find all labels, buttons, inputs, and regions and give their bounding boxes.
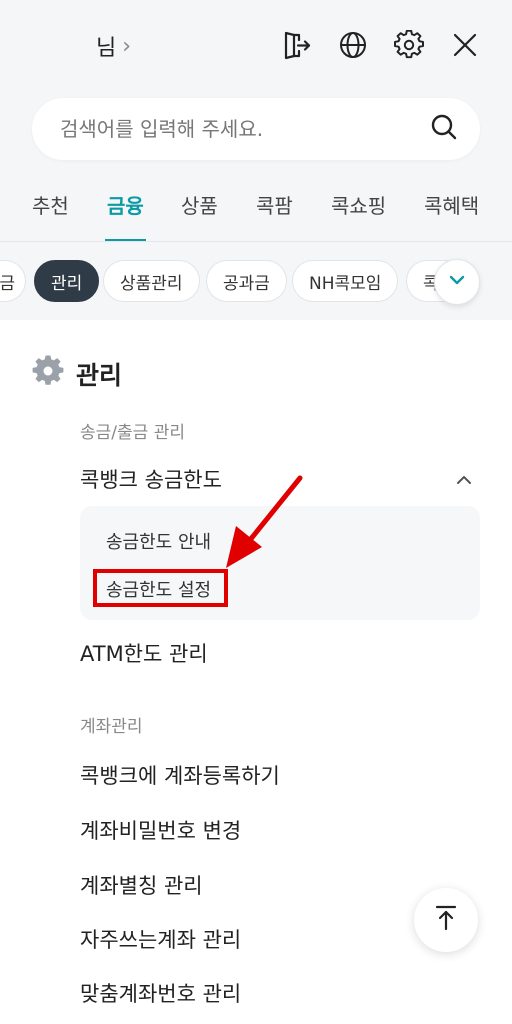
chip-nh-kokmoim[interactable]: NH콕모임: [292, 260, 399, 302]
tab-products[interactable]: 상품: [181, 190, 218, 242]
search-icon[interactable]: [430, 113, 458, 145]
tab-kokshopping[interactable]: 콕쇼핑: [331, 190, 386, 242]
main-tab-bar: 추천 금융 상품 콕팜 콕쇼핑 콕혜택: [0, 180, 512, 242]
close-icon[interactable]: [448, 28, 482, 62]
annotation-highlight-box: [93, 569, 228, 607]
tab-recommend[interactable]: 추천: [32, 190, 69, 242]
chip-product-management[interactable]: 상품관리: [103, 260, 200, 302]
section-title: 관리: [32, 355, 123, 393]
user-profile-link[interactable]: 님 ›: [96, 30, 131, 62]
top-icon-bar: [280, 28, 482, 62]
menu-item-account-password[interactable]: 계좌비밀번호 변경: [80, 815, 241, 845]
chip-partial-left[interactable]: 금: [0, 260, 26, 302]
header-area: 님 › 검색어를 입력해 주세요. 추천 금융 상품 콕팜 콕쇼핑 콕혜택 금 …: [0, 0, 512, 320]
tabs-divider: [0, 241, 512, 242]
gear-icon[interactable]: [392, 28, 426, 62]
chevron-down-icon: [448, 271, 466, 293]
chevron-right-icon: ›: [122, 33, 132, 59]
menu-item-atm-limit[interactable]: ATM한도 관리: [80, 638, 208, 668]
tab-kokfarm[interactable]: 콕팜: [256, 190, 293, 242]
gear-icon: [32, 355, 64, 393]
menu-item-custom-account-number[interactable]: 맞춤계좌번호 관리: [80, 978, 241, 1008]
search-box[interactable]: [32, 98, 480, 160]
user-suffix: 님: [96, 36, 117, 61]
menu-item-frequent-accounts[interactable]: 자주쓰는계좌 관리: [80, 924, 241, 954]
chevron-up-icon[interactable]: [454, 470, 474, 490]
chip-management[interactable]: 관리: [34, 260, 100, 302]
section-title-label: 관리: [76, 361, 123, 390]
globe-icon[interactable]: [336, 28, 370, 62]
tab-kokbenefits[interactable]: 콕혜택: [424, 190, 479, 242]
subitem-limit-guide[interactable]: 송금한도 안내: [106, 528, 211, 554]
scroll-to-top-button[interactable]: [414, 888, 478, 952]
group-label-account: 계좌관리: [80, 717, 143, 737]
search-input[interactable]: [60, 117, 430, 141]
tab-finance[interactable]: 금융: [105, 190, 146, 242]
logout-icon[interactable]: [280, 28, 314, 62]
app-screen: 님 › 검색어를 입력해 주세요. 추천 금융 상품 콕팜 콕쇼핑 콕혜택 금 …: [0, 0, 512, 1024]
menu-item-register-account[interactable]: 콕뱅크에 계좌등록하기: [80, 760, 280, 790]
menu-item-account-alias[interactable]: 계좌별칭 관리: [80, 870, 203, 900]
group-label-transfer: 송금/출금 관리: [80, 423, 185, 443]
arrow-up-to-top-icon: [434, 905, 458, 935]
chips-expand-button[interactable]: [434, 259, 480, 305]
menu-item-transfer-limit[interactable]: 콕뱅크 송금한도: [80, 464, 222, 494]
chip-utility-bills[interactable]: 공과금: [206, 260, 287, 302]
